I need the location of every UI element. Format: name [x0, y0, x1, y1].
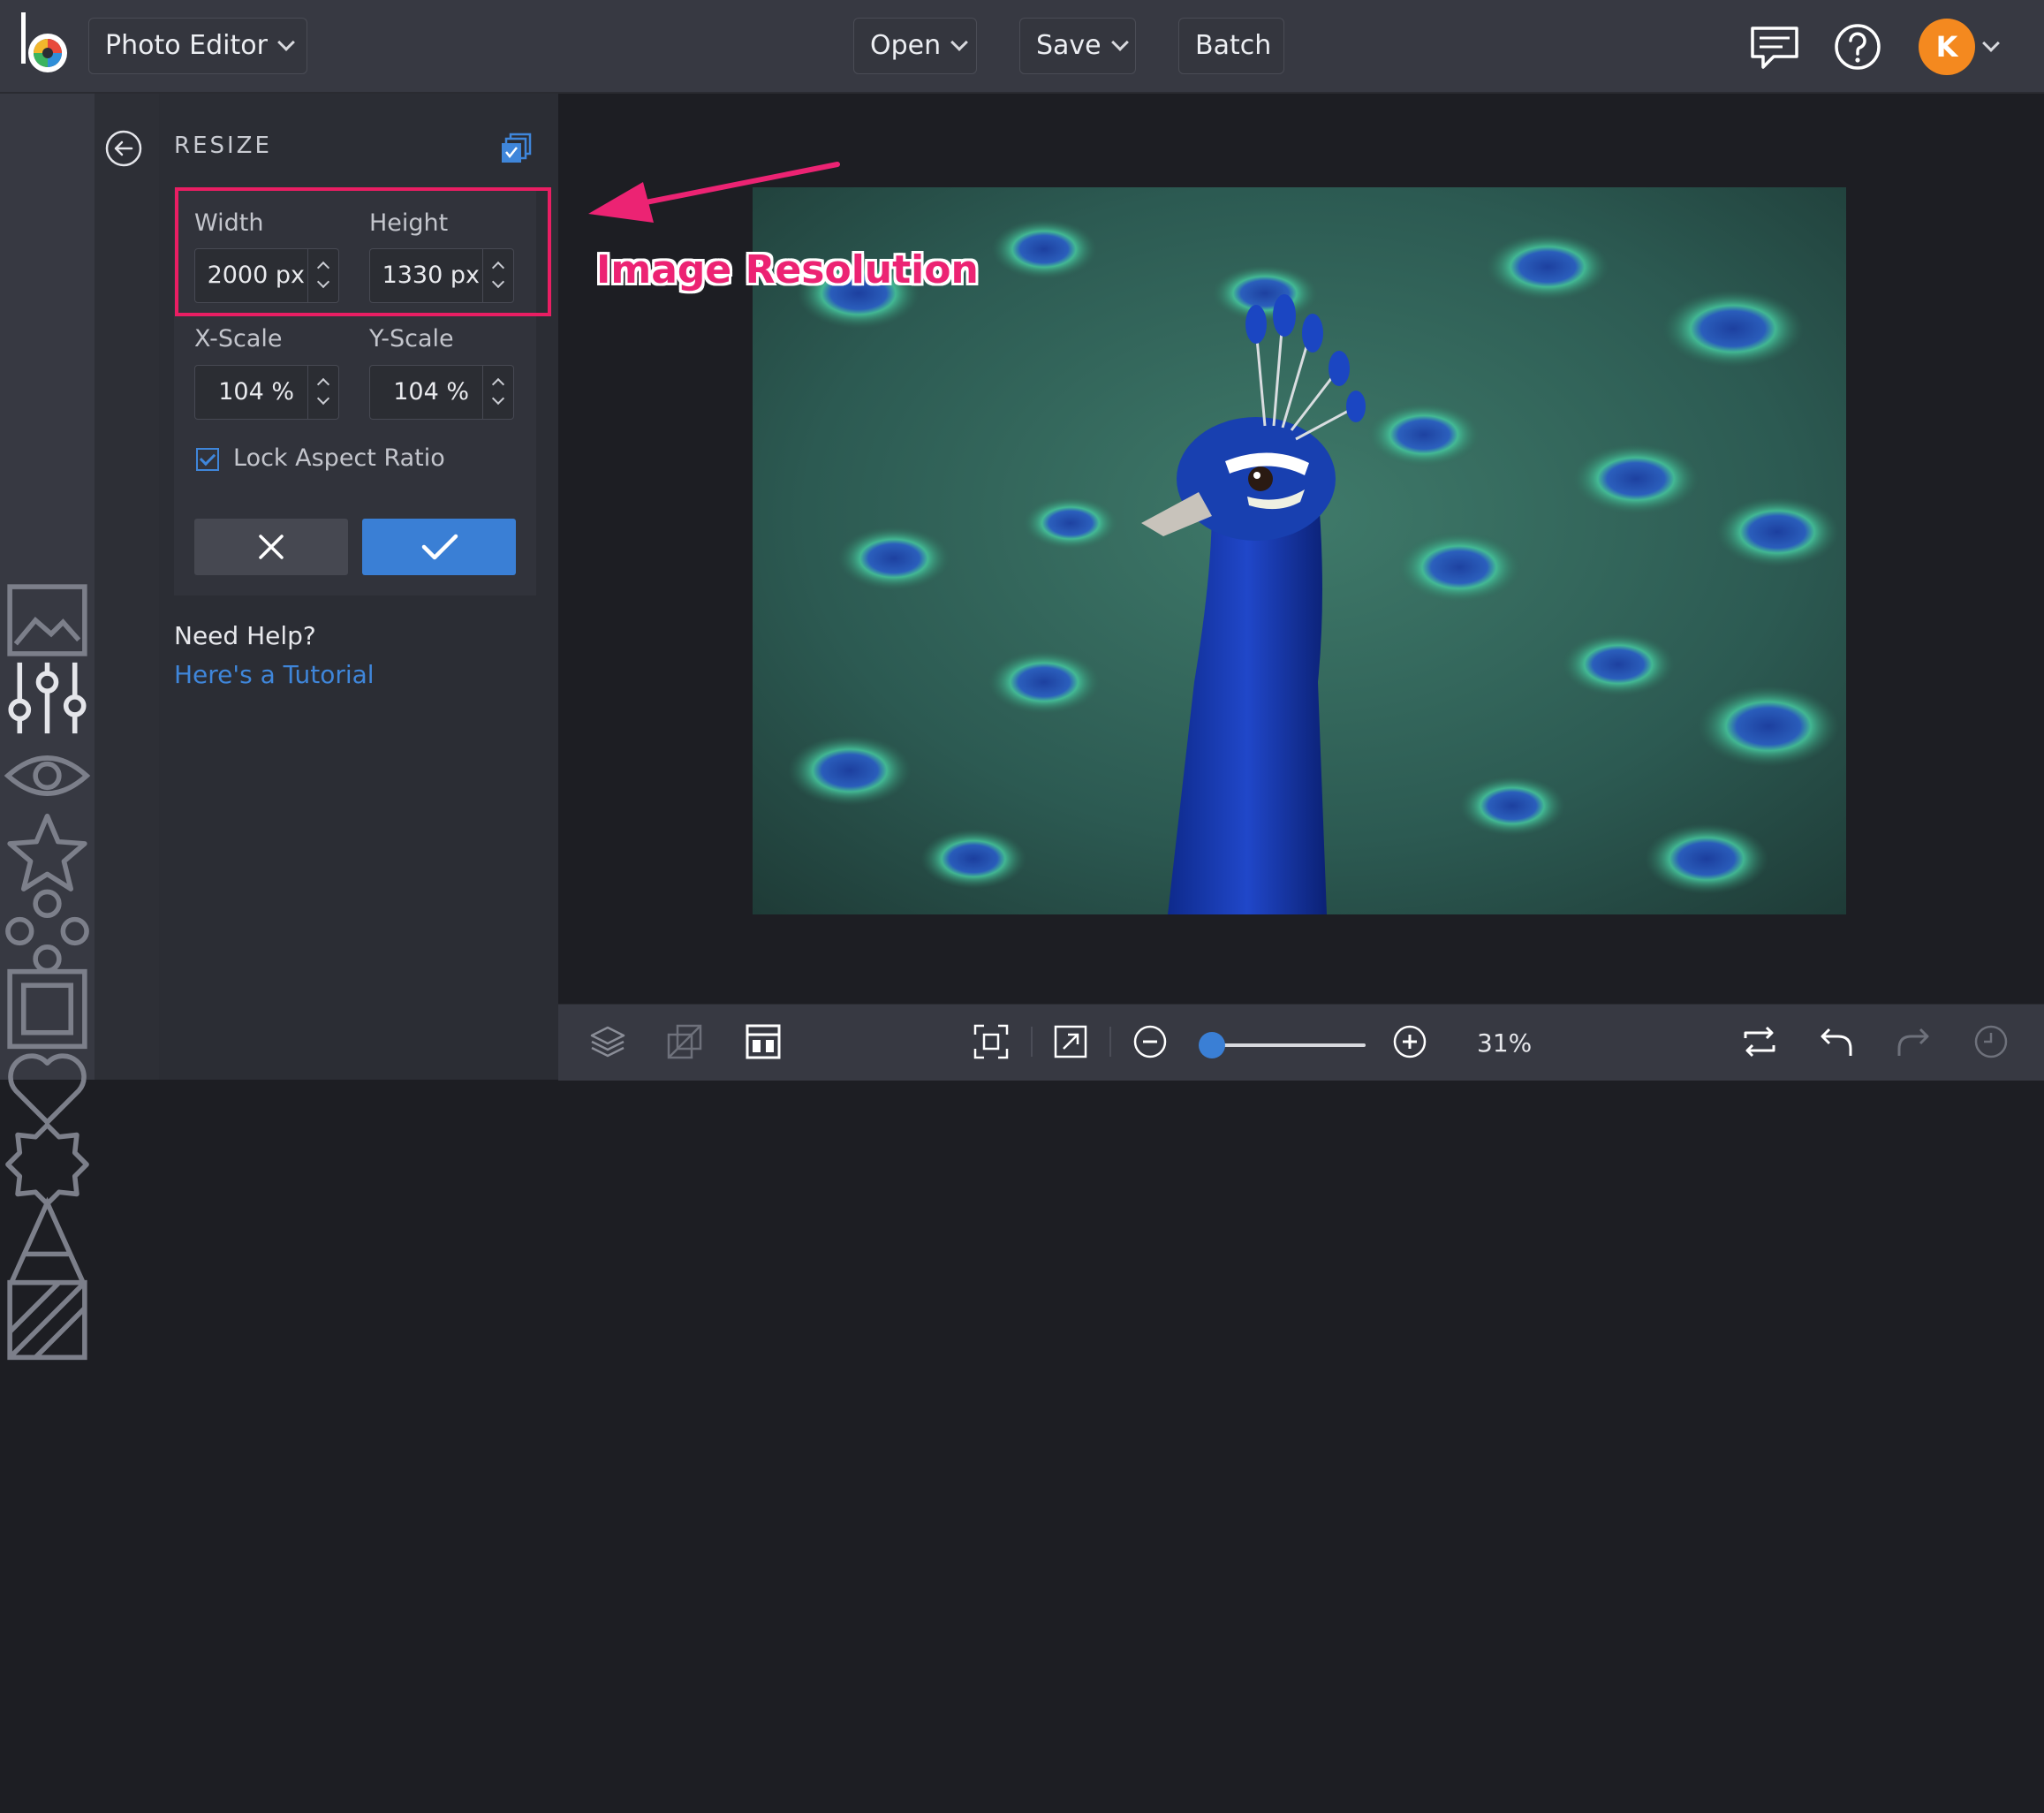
befunky-logo[interactable]: [19, 12, 71, 78]
yscale-label: Y-Scale: [369, 325, 454, 353]
annotation-arrow-icon: [588, 162, 840, 223]
zoom-slider-track[interactable]: [1212, 1043, 1366, 1047]
checkmark-icon: [421, 534, 458, 560]
toolbar-divider: [1109, 1027, 1111, 1057]
app-switcher-button[interactable]: Photo Editor: [88, 18, 307, 74]
expand-icon[interactable]: [1051, 1022, 1090, 1061]
history-icon[interactable]: [1972, 1022, 2010, 1061]
back-arrow-icon[interactable]: [104, 129, 143, 168]
xscale-label: X-Scale: [194, 325, 283, 353]
chevron-down-icon[interactable]: [316, 391, 330, 406]
chevron-down-icon: [950, 34, 969, 51]
batch-label: Batch: [1195, 30, 1272, 61]
layout-icon[interactable]: [744, 1022, 783, 1061]
open-button[interactable]: Open: [853, 18, 977, 74]
annotation-label: Image Resolution: [596, 247, 979, 292]
help-icon[interactable]: [1830, 19, 1885, 74]
chevron-down-icon: [1110, 34, 1129, 51]
cancel-button[interactable]: [194, 519, 348, 575]
save-button[interactable]: Save: [1019, 18, 1136, 74]
help-title: Need Help?: [174, 621, 316, 650]
undo-icon[interactable]: [1817, 1022, 1856, 1061]
zoom-in-icon[interactable]: [1390, 1022, 1429, 1061]
photo-canvas[interactable]: [753, 187, 1846, 914]
apply-button[interactable]: [362, 519, 516, 575]
fit-icon[interactable]: [972, 1022, 1011, 1061]
arrange-icon[interactable]: [665, 1022, 704, 1061]
xscale-value: 104 %: [218, 378, 294, 406]
chevron-down-icon: [277, 34, 295, 51]
xscale-stepper[interactable]: [307, 366, 338, 419]
yscale-value: 104 %: [393, 378, 469, 406]
app-switcher-label: Photo Editor: [105, 30, 268, 61]
open-label: Open: [870, 30, 942, 61]
zoom-slider-handle[interactable]: [1199, 1032, 1225, 1058]
redo-icon[interactable]: [1894, 1022, 1933, 1061]
lock-aspect-ratio-label[interactable]: Lock Aspect Ratio: [233, 444, 445, 472]
xscale-input[interactable]: 104 %: [194, 365, 339, 420]
zoom-out-icon[interactable]: [1131, 1022, 1170, 1061]
texture-icon[interactable]: [0, 827, 95, 1813]
resolution-highlight-box: [175, 187, 551, 316]
layers-icon[interactable]: [588, 1022, 627, 1061]
chevron-up-icon[interactable]: [316, 377, 330, 391]
peacock-photo: [753, 187, 1846, 914]
chevron-up-icon[interactable]: [491, 377, 505, 391]
chevron-down-icon[interactable]: [491, 391, 505, 406]
yscale-stepper[interactable]: [482, 366, 513, 419]
toolbar-divider: [1031, 1027, 1033, 1057]
chat-icon[interactable]: [1747, 19, 1802, 74]
tutorial-link[interactable]: Here's a Tutorial: [174, 660, 375, 689]
zoom-level: 31%: [1477, 1028, 1533, 1058]
avatar[interactable]: K: [1919, 19, 1975, 75]
close-icon: [259, 535, 284, 559]
save-label: Save: [1036, 30, 1101, 61]
lock-aspect-ratio-checkbox[interactable]: [196, 448, 219, 471]
yscale-input[interactable]: 104 %: [369, 365, 514, 420]
swap-icon[interactable]: [1740, 1022, 1779, 1061]
batch-button[interactable]: Batch: [1178, 18, 1284, 74]
panel-title: RESIZE: [174, 133, 272, 159]
batch-layers-icon[interactable]: [500, 133, 532, 164]
